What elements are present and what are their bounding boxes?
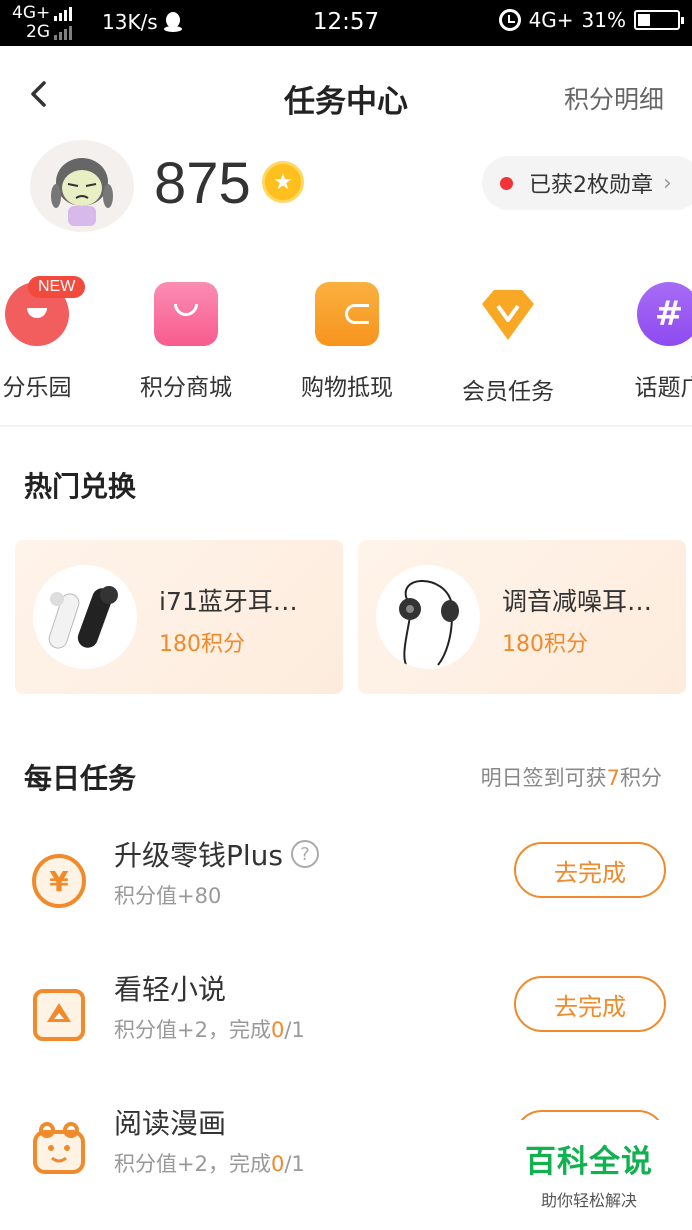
avatar-girl-icon <box>51 158 113 226</box>
hot-exchange-title: 热门兑换 <box>24 470 137 503</box>
shortcut-label: 分乐园 <box>2 375 72 401</box>
chevron-right-icon: › <box>663 170 672 196</box>
new-badge: NEW <box>28 276 86 298</box>
tomorrow-hint: 明日签到可获7积分 <box>481 762 662 792</box>
points-value: 875 <box>154 151 251 216</box>
watermark-subtitle: 助你轻松解决 <box>540 1191 637 1210</box>
alarm-icon <box>498 9 521 31</box>
task-name: 升级零钱Plus <box>114 839 283 872</box>
task-reward: 积分值+2，完成 <box>114 1018 271 1042</box>
watermark-title: 百科全说 <box>525 1144 653 1180</box>
task-progress-done: 0 <box>270 1152 285 1176</box>
task-reward: 积分值+2，完成 <box>114 1152 271 1176</box>
medals-text: 已获2枚勋章 <box>529 173 653 198</box>
battery-icon <box>634 10 684 30</box>
product-image <box>376 565 480 669</box>
shortcut-label: 购物抵现 <box>301 375 393 401</box>
network-type-right: 4G+ <box>528 8 574 32</box>
exchange-card[interactable]: i71蓝牙耳… 180积分 <box>15 540 343 694</box>
shortcut-topics[interactable]: # 话题广 <box>594 270 692 402</box>
avatar[interactable] <box>30 140 134 232</box>
complete-button[interactable]: 去完成 <box>514 976 666 1032</box>
points-detail-link[interactable]: 积分明细 <box>564 80 664 116</box>
status-bar: 4G+ 2G 13K/s 12:57 4G+ 31% <box>0 0 692 46</box>
watermark: 百科全说 助你轻松解决 <box>510 1120 668 1210</box>
complete-button[interactable]: 去完成 <box>514 842 666 898</box>
wallet-icon <box>315 282 379 346</box>
shortcut-label: 会员任务 <box>462 379 554 405</box>
exchange-card[interactable]: 调音减噪耳… 180积分 <box>358 540 686 694</box>
star-coin-icon: ★ <box>262 161 304 203</box>
daily-tasks-title: 每日任务 <box>24 762 137 795</box>
shortcut-shopping-cash[interactable]: 购物抵现 <box>272 270 422 402</box>
yuan-coin-icon: ¥ <box>32 854 86 908</box>
tomorrow-suffix: 积分 <box>620 766 662 790</box>
hashtag-icon: # <box>637 282 692 346</box>
task-progress-total: /1 <box>284 1152 305 1176</box>
tomorrow-value: 7 <box>606 766 620 790</box>
product-points: 180积分 <box>502 632 588 657</box>
task-subtitle: 积分值+2，完成0/1 <box>114 1148 305 1178</box>
novel-icon <box>33 989 85 1041</box>
task-subtitle: 积分值+2，完成0/1 <box>114 1014 305 1044</box>
product-points: 180积分 <box>159 632 245 657</box>
product-name: 调音减噪耳… <box>502 587 653 616</box>
task-progress-total: /1 <box>284 1018 305 1042</box>
svg-text:¥: ¥ <box>49 865 69 898</box>
task-reward: 积分值+80 <box>114 884 222 908</box>
in-ear-earphone-icon <box>399 580 459 666</box>
medals-button[interactable]: 已获2枚勋章 › <box>482 156 692 210</box>
task-title: 看轻小说 <box>114 968 226 1008</box>
page-header: 任务中心 积分明细 <box>0 46 692 146</box>
task-title: 阅读漫画 <box>114 1102 226 1142</box>
shortcut-row: 分乐园 NEW 积分商城 购物抵现 会员任务 # 话题广 <box>0 270 692 405</box>
bluetooth-earphone-icon <box>48 586 118 649</box>
shortcut-vip-tasks[interactable]: 会员任务 <box>433 270 583 406</box>
task-progress-done: 0 <box>270 1018 285 1042</box>
help-icon[interactable]: ? <box>291 840 319 868</box>
notification-dot <box>500 176 513 190</box>
diamond-icon <box>482 290 534 340</box>
task-title: 升级零钱Plus? <box>114 834 319 874</box>
shortcut-points-mall[interactable]: 积分商城 <box>111 270 261 402</box>
comic-icon <box>33 1122 85 1174</box>
shortcut-label: 话题广 <box>634 375 692 401</box>
battery-percent: 31% <box>581 8 626 32</box>
product-name: i71蓝牙耳… <box>159 587 298 616</box>
divider <box>0 425 692 427</box>
tomorrow-prefix: 明日签到可获 <box>480 766 607 790</box>
task-name: 阅读漫画 <box>114 1107 227 1140</box>
task-name: 看轻小说 <box>114 973 227 1006</box>
product-image <box>33 565 137 669</box>
shopping-bag-icon <box>154 282 218 346</box>
task-subtitle: 积分值+80 <box>114 880 221 910</box>
shortcut-label: 积分商城 <box>140 375 232 401</box>
task-row: ¥ 升级零钱Plus? 积分值+80 去完成 <box>0 830 692 950</box>
task-row: 看轻小说 积分值+2，完成0/1 去完成 <box>0 964 692 1084</box>
